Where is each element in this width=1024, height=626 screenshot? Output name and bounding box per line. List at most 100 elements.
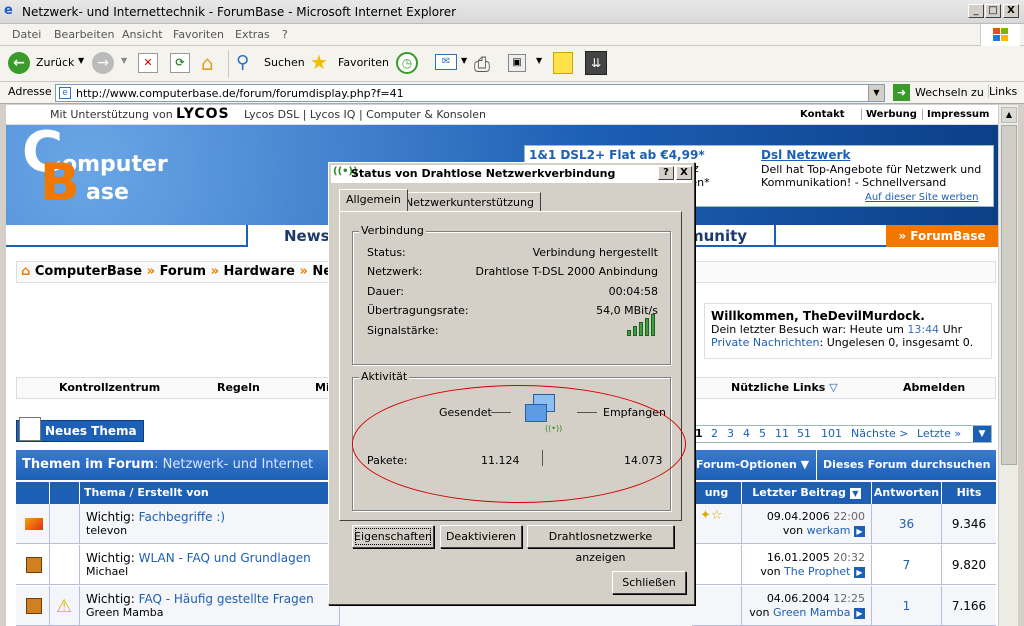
goto-last-icon[interactable]: ▶	[854, 567, 865, 578]
link-abmelden[interactable]: Abmelden	[903, 378, 965, 398]
sort-icon: ▼	[849, 487, 861, 499]
back-dropdown-icon[interactable]: ▼	[78, 56, 84, 65]
breadcrumb-separator: »	[299, 264, 308, 279]
breadcrumb-forum[interactable]: Forum	[160, 264, 207, 279]
thread-title-link[interactable]: WLAN - FAQ und Grundlagen	[139, 551, 311, 565]
sponsor-bar: Mit Unterstützung von LYCOS Lycos DSL | …	[6, 105, 998, 125]
replies-count[interactable]: 1	[872, 586, 942, 626]
home-icon[interactable]: ⌂	[201, 51, 214, 75]
envelope-icon	[25, 518, 43, 530]
col-thread[interactable]: Thema / Erstellt von	[80, 482, 340, 504]
last-post-author[interactable]: werkam	[807, 524, 851, 537]
edit-dropdown-icon[interactable]: ▼	[536, 56, 542, 65]
nav-community-tab[interactable]: munity	[688, 225, 776, 247]
menu-help[interactable]: ?	[282, 28, 288, 41]
close-dialog-button[interactable]: Schließen	[612, 571, 686, 594]
page-5[interactable]: 5	[759, 426, 766, 442]
show-wireless-networks-button[interactable]: Drahtlosnetzwerke anzeigen	[527, 525, 674, 564]
history-icon[interactable]: ◷	[396, 52, 418, 74]
lycos-logo[interactable]: LYCOS	[176, 106, 230, 122]
link-impressum[interactable]: Impressum	[922, 109, 989, 120]
nav-forumbase-tab[interactable]: » ForumBase	[886, 225, 998, 247]
ad-dsl-link[interactable]: 1&1 DSL2+ Flat ab €4,99*	[529, 148, 705, 162]
page-4[interactable]: 4	[743, 426, 750, 442]
deactivate-button[interactable]: Deaktivieren	[440, 525, 522, 548]
link-werbung[interactable]: Werbung	[861, 109, 917, 120]
tab-allgemein[interactable]: Allgemein	[339, 189, 408, 211]
thread-author[interactable]: Michael	[86, 565, 339, 579]
goto-last-icon[interactable]: ▶	[854, 526, 865, 537]
vertical-scrollbar[interactable]: ▲	[998, 105, 1018, 626]
new-topic-button[interactable]: Neues Thema	[16, 417, 144, 442]
page-11[interactable]: 11	[775, 426, 789, 442]
col-hits[interactable]: Hits	[942, 482, 996, 504]
last-post-von: von	[749, 606, 770, 619]
page-51[interactable]: 51	[797, 426, 811, 442]
links-label[interactable]: Links	[988, 85, 1017, 98]
thread-title-link[interactable]: FAQ - Häufig gestellte Fragen	[139, 592, 314, 606]
hits-count: 9.346	[942, 504, 996, 544]
minimize-button[interactable]: _	[968, 4, 984, 18]
print-icon[interactable]: ⎙	[474, 52, 490, 76]
maximize-button[interactable]: □	[985, 4, 1001, 18]
last-post-time: 12:25	[833, 592, 865, 605]
link-kontakt[interactable]: Kontakt	[800, 109, 845, 120]
ad-title-link[interactable]: Dsl Netzwerk	[761, 148, 850, 162]
menu-bearbeiten[interactable]: Bearbeiten	[54, 28, 114, 41]
address-input[interactable]: e http://www.computerbase.de/forum/forum…	[55, 84, 885, 102]
scroll-thumb[interactable]	[1001, 125, 1017, 465]
menu-datei[interactable]: Datei	[12, 28, 41, 41]
thread-author[interactable]: televon	[86, 524, 339, 538]
page-next[interactable]: Nächste >	[851, 426, 909, 442]
close-button[interactable]: X	[1003, 4, 1019, 18]
network-status-dialog: ((•)) Status von Drahtlose Netzwerkverbi…	[328, 162, 695, 605]
page-2[interactable]: 2	[711, 426, 718, 442]
computerbase-logo[interactable]: C omputer B ase	[22, 125, 182, 235]
forward-dropdown-icon[interactable]: ▼	[121, 56, 127, 65]
link-nuetzliche-links[interactable]: Nützliche Links ▽	[731, 378, 838, 398]
mail-dropdown-icon[interactable]: ▼	[461, 56, 467, 65]
private-messages-link[interactable]: Private Nachrichten	[711, 336, 820, 349]
properties-button[interactable]: Eigenschaften	[352, 525, 434, 548]
thread-title-link[interactable]: Fachbegriffe :)	[139, 510, 225, 524]
page-last[interactable]: Letzte »	[917, 426, 961, 442]
page-101[interactable]: 101	[821, 426, 842, 442]
link-kontrollzentrum[interactable]: Kontrollzentrum	[59, 378, 160, 398]
menu-favoriten[interactable]: Favoriten	[173, 28, 224, 41]
lycos-links[interactable]: Lycos DSL | Lycos IQ | Computer & Konsol…	[244, 108, 486, 121]
rating-cell	[692, 586, 742, 626]
breadcrumb-hardware[interactable]: Hardware	[224, 264, 295, 279]
breadcrumb-computerbase[interactable]: ComputerBase	[35, 264, 142, 279]
col-last-post[interactable]: Letzter Beitrag ▼	[742, 482, 872, 504]
last-post-author[interactable]: The Prophet	[784, 565, 850, 578]
thread-prefix: Wichtig:	[86, 551, 135, 565]
ad-more-link[interactable]: Auf dieser Site werben	[865, 192, 978, 203]
stop-icon[interactable]: ✕	[138, 53, 158, 73]
menu-ansicht[interactable]: Ansicht	[122, 28, 163, 41]
thread-author[interactable]: Green Mamba	[86, 606, 339, 620]
notes-icon[interactable]	[553, 52, 573, 74]
link-regeln[interactable]: Regeln	[217, 378, 260, 398]
dialog-help-button[interactable]: ?	[658, 166, 674, 180]
last-post-author[interactable]: Green Mamba	[773, 606, 850, 619]
forum-options-menu[interactable]: Forum-Optionen ▼	[696, 450, 809, 480]
forward-button[interactable]: →	[92, 52, 114, 74]
refresh-icon[interactable]: ⟳	[170, 53, 190, 73]
replies-count[interactable]: 7	[872, 545, 942, 585]
zip-icon[interactable]: ⇊	[585, 51, 607, 75]
col-rating[interactable]: ung	[692, 482, 742, 504]
mail-icon[interactable]: ✉	[435, 54, 457, 70]
dialog-close-button[interactable]: X	[676, 166, 692, 180]
goto-last-icon[interactable]: ▶	[854, 608, 865, 619]
edit-icon[interactable]: ▣	[508, 54, 526, 72]
page-3[interactable]: 3	[727, 426, 734, 442]
hits-count: 7.166	[942, 586, 996, 626]
col-replies[interactable]: Antworten	[872, 482, 942, 504]
menu-extras[interactable]: Extras	[235, 28, 270, 41]
pagination-dropdown-icon[interactable]: ▼	[973, 426, 991, 442]
dialog-title-bar[interactable]: ((•)) Status von Drahtlose Netzwerkverbi…	[331, 165, 692, 183]
address-dropdown-icon[interactable]: ▼	[868, 85, 884, 101]
replies-count[interactable]: 36	[872, 504, 942, 544]
scroll-up-icon[interactable]: ▲	[1001, 107, 1017, 123]
tab-netzwerkunterstuetzung[interactable]: Netzwerkunterstützung	[398, 192, 541, 212]
